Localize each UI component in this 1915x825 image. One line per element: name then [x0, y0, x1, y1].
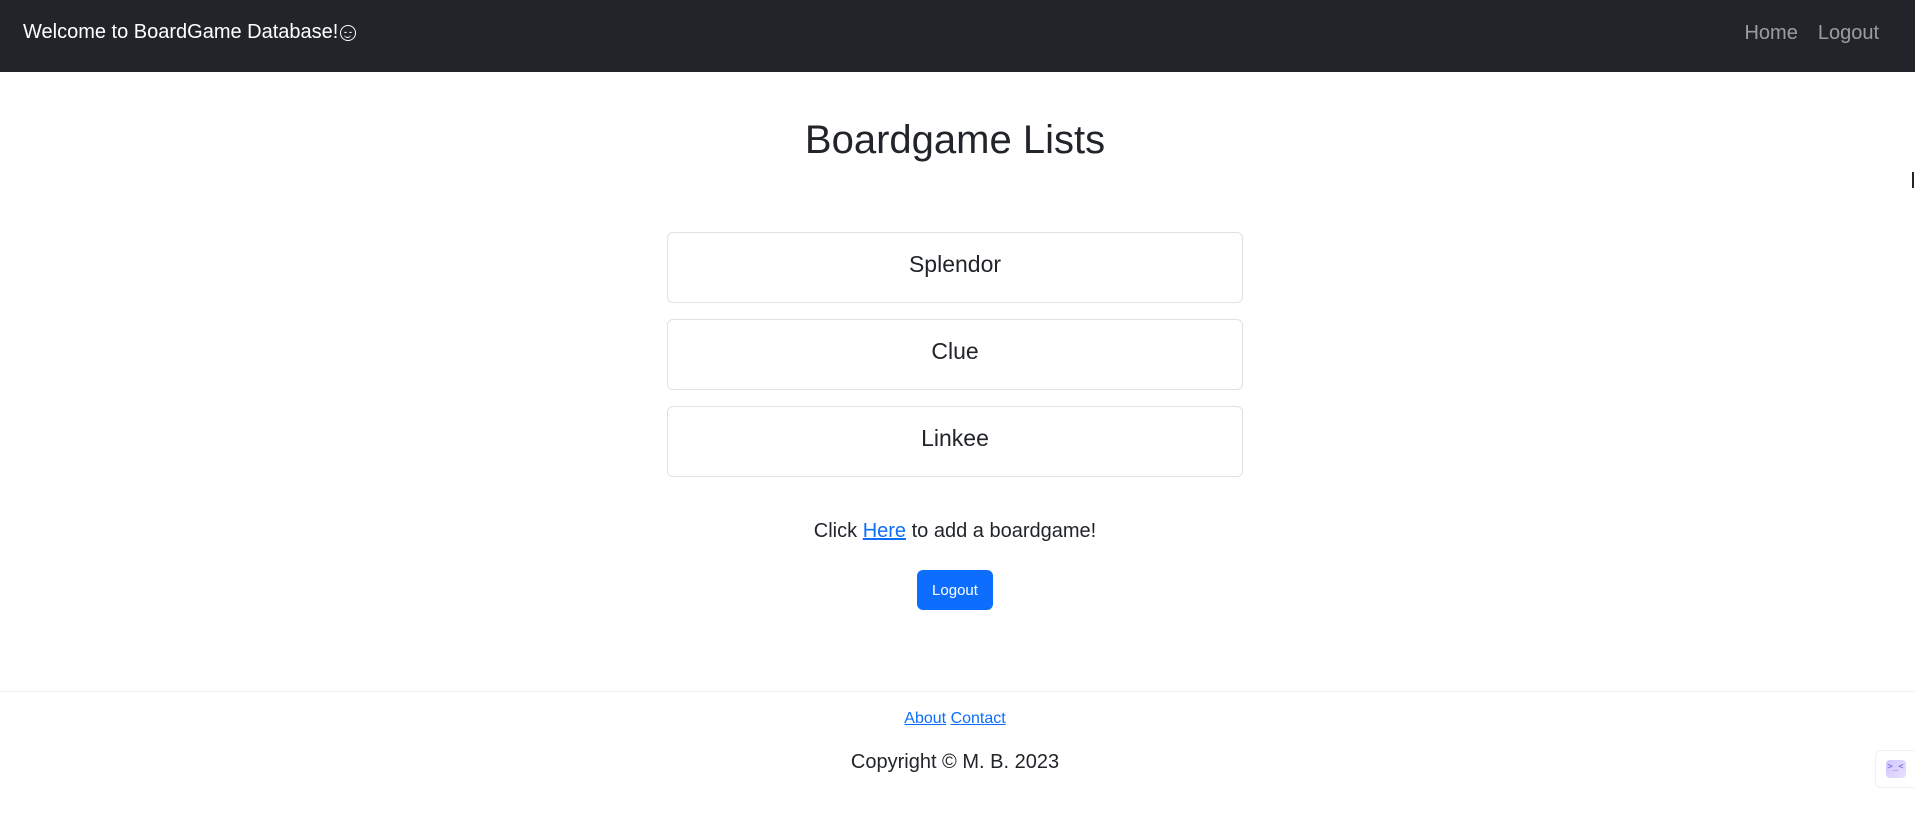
devtools-widget-icon: >_< [1885, 760, 1906, 778]
game-list: Splendor Clue Linkee [667, 232, 1243, 493]
devtools-widget[interactable]: >_< [1875, 750, 1915, 788]
add-prompt-suffix: to add a boardgame! [906, 520, 1097, 542]
navbar-links: Home Logout [1744, 22, 1879, 45]
navbar-brand[interactable]: Welcome to BoardGame Database! [23, 21, 357, 44]
footer-links: About Contact [0, 710, 1910, 728]
add-boardgame-link[interactable]: Here [863, 520, 906, 542]
smiling-face-icon [340, 24, 357, 41]
brand-title: Welcome to BoardGame Database! [23, 21, 339, 43]
add-boardgame-prompt: Click Here to add a boardgame! [0, 520, 1910, 543]
navbar: Welcome to BoardGame Database! Home Logo… [0, 0, 1915, 72]
logout-button[interactable]: Logout [917, 570, 993, 610]
text-cursor [1912, 172, 1914, 188]
copyright-text: Copyright © M. B. 2023 [850, 751, 1060, 773]
footer-link-contact[interactable]: Contact [951, 710, 1006, 727]
nav-link-logout[interactable]: Logout [1818, 22, 1879, 45]
game-card-linkee[interactable]: Linkee [667, 406, 1243, 477]
add-prompt-prefix: Click [813, 520, 863, 542]
game-card-splendor[interactable]: Splendor [667, 232, 1243, 303]
nav-link-home[interactable]: Home [1744, 22, 1797, 45]
footer-divider [0, 691, 1915, 692]
game-card-clue[interactable]: Clue [667, 319, 1243, 390]
footer-link-about[interactable]: About [904, 710, 946, 727]
page-title: Boardgame Lists [804, 118, 1106, 162]
